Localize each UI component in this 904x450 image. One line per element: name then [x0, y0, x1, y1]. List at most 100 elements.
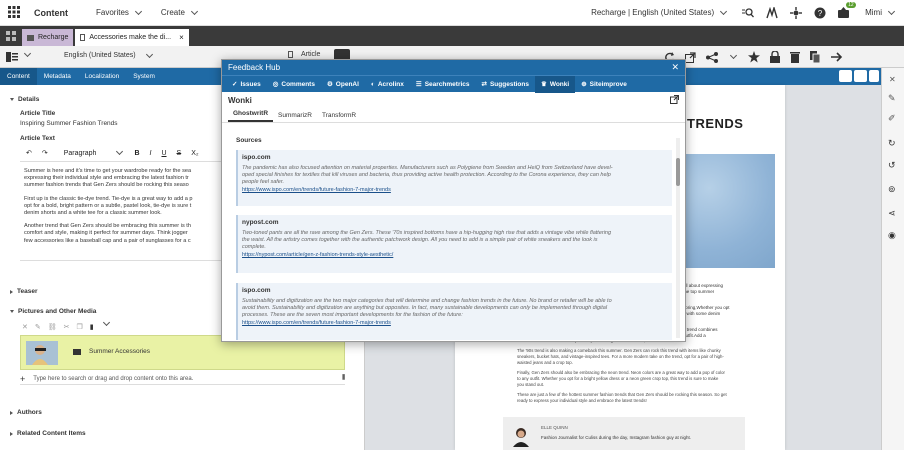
source-card: ispo.com The pandemic has also focused a… — [236, 150, 672, 206]
doc-tab-recharge[interactable]: Recharge — [22, 29, 74, 46]
open-external-icon[interactable] — [670, 95, 679, 106]
preview-mode-icon[interactable] — [854, 70, 867, 82]
media-thumbnail[interactable] — [26, 341, 58, 365]
delete-icon[interactable] — [790, 51, 800, 63]
history-icon[interactable]: ↺ — [888, 160, 896, 171]
link-icon[interactable]: ⛓ — [48, 323, 57, 331]
close-icon[interactable]: ✕ — [671, 62, 679, 73]
tab-summarizr[interactable]: SummarizR — [273, 112, 317, 122]
copy-icon[interactable]: ❐ — [77, 323, 83, 331]
site-selector[interactable]: Recharge | English (United States) — [591, 7, 728, 17]
close-icon[interactable]: × — [179, 33, 184, 42]
search-tools-icon[interactable] — [742, 7, 755, 18]
dialog-header: Feedback Hub ✕ — [222, 60, 685, 75]
source-site: ispo.com — [242, 154, 271, 161]
tab-acrolinx[interactable]: ◐ Acrolinx — [365, 76, 410, 93]
share-icon[interactable]: ⋖ — [888, 208, 896, 219]
paragraph-style-select[interactable]: Paragraph — [64, 147, 125, 157]
preview-device-icon[interactable] — [839, 70, 852, 82]
add-icon[interactable]: + — [20, 374, 25, 384]
edit-off-icon[interactable]: ✐ — [888, 113, 896, 124]
folder-icon — [27, 34, 34, 41]
doctype-text: Article — [301, 51, 321, 58]
favorites-menu[interactable]: Favorites — [96, 7, 143, 17]
create-label: Create — [160, 8, 185, 17]
tab-openai[interactable]: ⚙ OpenAI — [321, 76, 365, 93]
chevron-down-icon[interactable] — [22, 49, 32, 58]
publish-icon[interactable]: ⊚ — [888, 184, 896, 195]
doc-tab-article[interactable]: Accessories make the di... × — [75, 29, 189, 46]
tab-ghostwritr[interactable]: GhostwritR — [228, 110, 274, 122]
authors-section-header[interactable]: Authors — [10, 409, 42, 416]
chevron-down-icon — [116, 147, 124, 156]
refresh-icon[interactable]: ↻ — [888, 138, 896, 149]
tab-localization[interactable]: Localization — [78, 68, 126, 85]
tab-suggestions[interactable]: ⇄ Suggestions — [476, 76, 535, 93]
tab-system[interactable]: System — [126, 68, 162, 85]
tab-label: Siteimprove — [589, 80, 627, 88]
chart-icon[interactable] — [766, 6, 778, 19]
chevron-down-icon — [134, 7, 142, 15]
underline-icon[interactable]: U — [161, 150, 166, 157]
scrollbar-thumb[interactable] — [676, 158, 680, 186]
edit-icon[interactable]: ✎ — [35, 323, 41, 331]
remove-icon[interactable]: ✕ — [22, 323, 28, 331]
related-section-header[interactable]: Related Content Items — [10, 430, 86, 437]
subscript-icon[interactable]: X₂ — [191, 150, 198, 157]
settings-icon[interactable] — [790, 6, 803, 19]
library-icon[interactable]: ⫼ — [342, 375, 345, 382]
edit-icon[interactable]: ✎ — [888, 93, 896, 104]
arrow-right-icon[interactable] — [831, 52, 843, 62]
tab-transformr[interactable]: TransformR — [317, 112, 361, 122]
document-icon — [288, 51, 293, 58]
italic-icon[interactable]: I — [150, 150, 152, 157]
chevron-down-icon[interactable] — [729, 51, 738, 60]
notifications-icon[interactable]: 12 — [838, 2, 856, 18]
tab-siteimprove[interactable]: ⊕ Siteimprove — [575, 76, 633, 93]
chevron-down-icon[interactable] — [869, 70, 879, 82]
lock-icon[interactable] — [770, 51, 780, 63]
media-item-info[interactable]: Summer Accessories — [73, 348, 150, 355]
chevron-down-icon[interactable] — [102, 318, 110, 327]
feedback-hub-dialog: Feedback Hub ✕ ✓ Issues ◎ Comments ⚙ OpenAI… — [221, 59, 686, 342]
article-title-input[interactable]: Inspiring Summer Fashion Trends — [20, 120, 118, 127]
paste-icon[interactable]: ▮ — [90, 323, 94, 331]
app-title[interactable]: Content — [34, 8, 68, 18]
close-icon[interactable]: ✕ — [889, 75, 896, 84]
media-section-header[interactable]: Pictures and Other Media — [10, 308, 96, 315]
redo-icon[interactable]: ↷ — [42, 149, 48, 157]
source-link[interactable]: https://www.ispo.com/en/trends/future-fa… — [242, 187, 668, 193]
help-icon[interactable]: ? — [814, 7, 826, 19]
strikethrough-icon[interactable]: S — [177, 150, 182, 157]
tab-metadata[interactable]: Metadata — [37, 68, 78, 85]
star-icon[interactable] — [748, 51, 760, 63]
locale-selector[interactable]: English (United States) — [64, 50, 154, 59]
copy-icon[interactable] — [810, 51, 821, 63]
details-section-header[interactable]: Details — [10, 96, 39, 103]
scrollbar[interactable] — [676, 138, 680, 338]
source-link[interactable]: https://www.ispo.com/en/trends/future-fa… — [242, 320, 668, 326]
media-item-title: Summer Accessories — [89, 348, 151, 355]
source-link[interactable]: https://nypost.com/article/gen-z-fashion… — [242, 252, 668, 258]
open-external-icon[interactable] — [685, 51, 696, 63]
preview-body: accessorize with a baseball cap and a pa… — [517, 338, 747, 404]
user-menu[interactable]: Mimi — [865, 7, 896, 17]
teaser-section-header[interactable]: Teaser — [10, 288, 37, 295]
siteimprove-icon: ⊕ — [581, 81, 587, 88]
grid-icon[interactable] — [8, 5, 20, 20]
tab-searchmetrics[interactable]: ☰ Searchmetrics — [410, 76, 476, 93]
tab-wonki[interactable]: ♛ Wonki — [534, 75, 576, 93]
undo-icon[interactable]: ↶ — [26, 149, 32, 157]
feedback-icon[interactable]: ◉ — [888, 230, 896, 241]
tab-content[interactable]: Content — [0, 68, 37, 85]
workspace-icon[interactable] — [0, 26, 22, 46]
create-menu[interactable]: Create — [160, 7, 199, 17]
toolbar-right-actions — [664, 51, 843, 63]
cut-icon[interactable]: ✂ — [64, 323, 70, 331]
media-drop-input[interactable]: + Type here to search or drag and drop c… — [20, 373, 345, 385]
share-icon[interactable] — [706, 51, 718, 63]
tab-issues[interactable]: ✓ Issues — [226, 76, 267, 93]
tab-comments[interactable]: ◎ Comments — [267, 76, 321, 93]
bold-icon[interactable]: B — [134, 150, 139, 157]
layout-icon[interactable] — [6, 52, 18, 64]
